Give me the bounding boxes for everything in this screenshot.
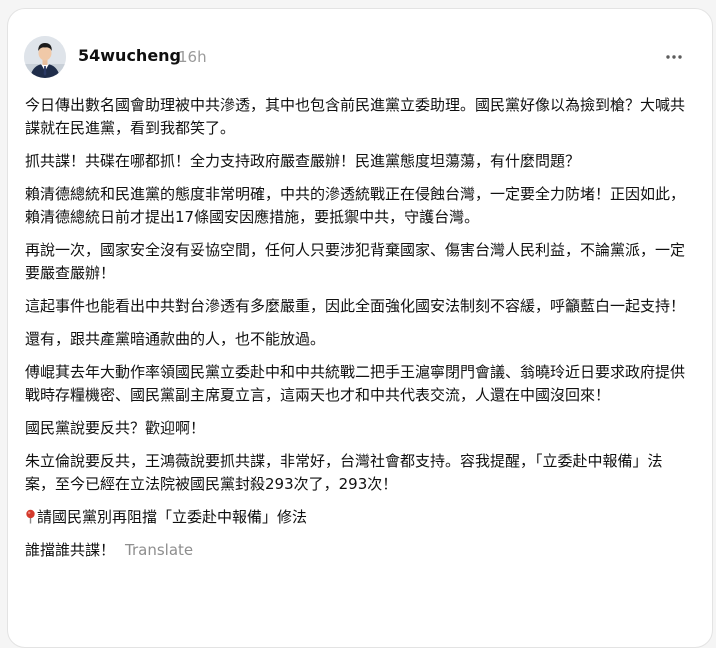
post-card: 54wucheng 16h 今日傳出數名國會助理被中共滲透，其中也包含前民進黨立… [7,8,713,648]
post-paragraph: 朱立倫說要反共，王鴻薇說要抓共諜，非常好，台灣社會都支持。容我提醒，「立委赴中報… [25,452,663,493]
post-paragraph-last: 誰擋誰共諜！ Translate [25,539,687,562]
post-paragraph: 還有，跟共產黨暗通款曲的人，也不能放過。 [25,330,326,348]
post-paragraph-pin: 請國民黨別再阻擋「立委赴中報備」修法 [25,506,687,529]
pin-paragraph-text: 請國民黨別再阻擋「立委赴中報備」修法 [37,508,308,526]
post-paragraph: 抓共諜！共碟在哪都抓！全力支持政府嚴查嚴辦！民進黨態度坦蕩蕩，有什麼問題？ [25,152,581,170]
post-paragraph: 這起事件也能看出中共對台滲透有多麼嚴重，因此全面強化國安法制刻不容緩，呼籲藍白一… [25,297,686,315]
post-paragraph: 再說一次，國家安全沒有妥協空間，任何人只要涉犯背棄國家、傷害台灣人民利益，不論黨… [25,241,686,282]
more-options-button[interactable] [662,45,686,69]
translate-link[interactable]: Translate [125,541,193,559]
post-paragraph: 賴清德總統和民進黨的態度非常明確，中共的滲透統戰正在侵蝕台灣，一定要全力防堵！正… [25,185,686,226]
avatar-image [24,36,66,78]
last-line-text: 誰擋誰共諜！ [25,541,116,559]
post-paragraph: 傅崐萁去年大動作率領國民黨立委赴中和中共統戰二把手王滬寧閉門會議、翁曉玲近日要求… [25,363,686,404]
post-paragraph: 國民黨說要反共？歡迎啊！ [25,419,206,437]
username[interactable]: 54wucheng [78,45,181,67]
post-paragraph: 今日傳出數名國會助理被中共滲透，其中也包含前民進黨立委助理。國民黨好像以為撿到槍… [25,96,686,137]
more-horizontal-icon [666,55,682,59]
post-body: 今日傳出數名國會助理被中共滲透，其中也包含前民進黨立委助理。國民黨好像以為撿到槍… [25,94,687,572]
round-pushpin-icon [26,509,35,524]
post-timestamp[interactable]: 16h [178,46,207,68]
avatar[interactable] [24,36,66,78]
